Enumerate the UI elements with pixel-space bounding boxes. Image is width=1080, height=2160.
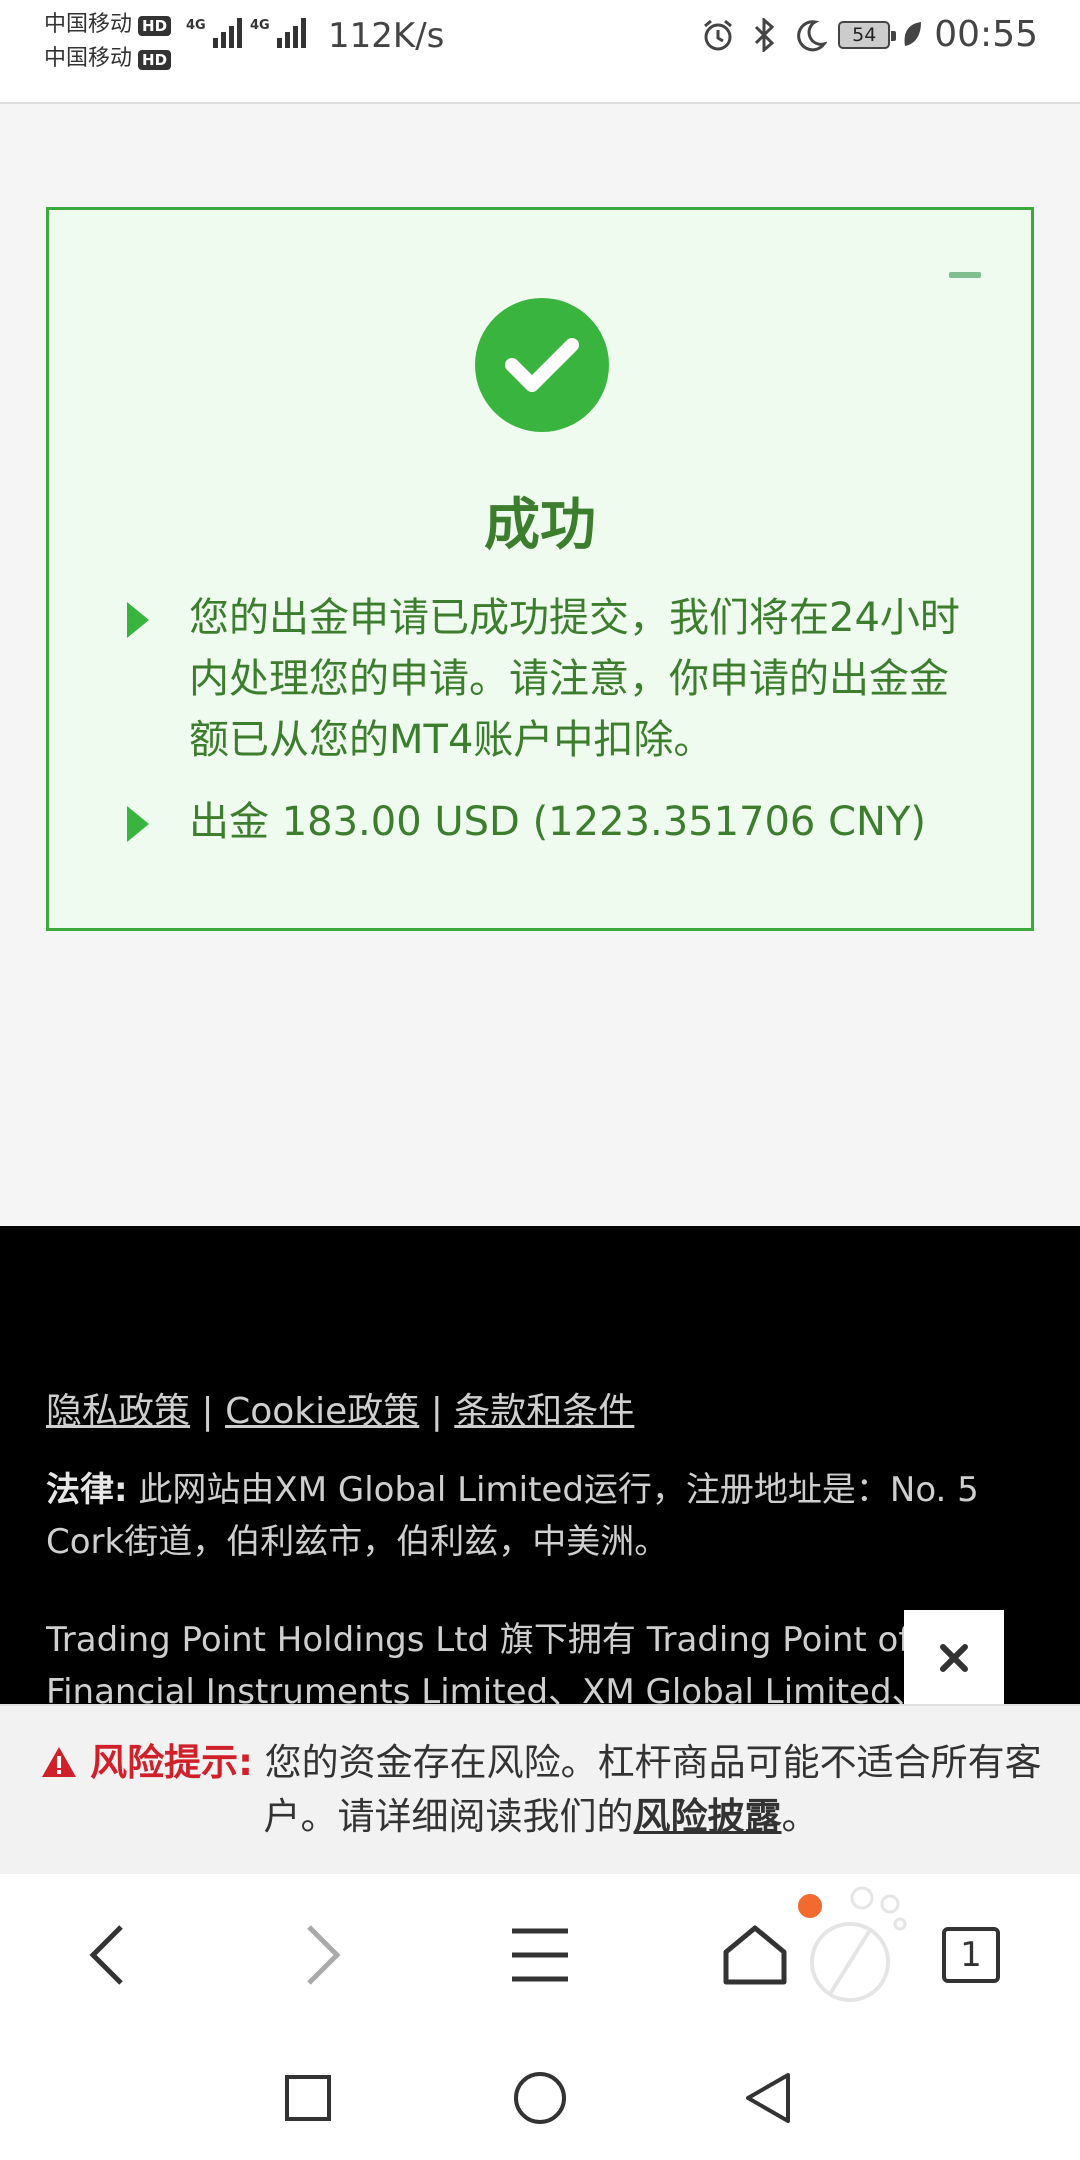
link-separator: | — [430, 1391, 443, 1432]
bullet-item: 您的出金申请已成功提交，我们将在24小时内处理您的申请。请注意，你申请的出金金额… — [127, 588, 967, 771]
system-nav-bar — [0, 2034, 1080, 2160]
close-button[interactable] — [904, 1610, 1004, 1706]
success-card: 成功 您的出金申请已成功提交，我们将在24小时内处理您的申请。请注意，你申请的出… — [46, 207, 1034, 931]
close-icon — [940, 1644, 968, 1672]
risk-end: 。 — [781, 1795, 819, 1838]
privacy-policy-link[interactable]: 隐私政策 — [46, 1391, 190, 1432]
success-title: 成功 — [484, 493, 596, 558]
signal-icon: 4G — [186, 18, 242, 48]
square-icon — [285, 2075, 331, 2121]
risk-label: 风险提示: — [90, 1741, 253, 1784]
browser-toolbar: 1 — [0, 1874, 1080, 2034]
tab-count: 1 — [942, 1927, 1000, 1983]
circle-icon — [514, 2072, 566, 2124]
holdings-notice: Trading Point Holdings Ltd 旗下拥有 Trading … — [46, 1614, 1036, 1718]
carrier-2: 中国移动 HD — [44, 40, 172, 72]
legal-notice: 法律: 此网站由XM Global Limited运行，注册地址是：No. 5 … — [46, 1464, 1036, 1568]
bluetooth-icon — [746, 17, 782, 53]
triangle-back-icon — [746, 2073, 790, 2123]
warning-icon — [42, 1747, 77, 1777]
cookie-policy-link[interactable]: Cookie政策 — [225, 1391, 419, 1432]
chevron-left-icon — [89, 1925, 123, 1985]
recents-button[interactable] — [278, 2068, 338, 2128]
tabs-button[interactable]: 1 — [926, 1910, 1016, 2000]
submission-message: 您的出金申请已成功提交，我们将在24小时内处理您的申请。请注意，你申请的出金金额… — [189, 595, 960, 763]
withdrawal-amount: 出金 183.00 USD (1223.351706 CNY) — [189, 799, 926, 845]
menu-icon — [512, 1928, 568, 1982]
status-bar: 中国移动 HD 中国移动 HD 4G 4G 112K/s 54 00:55 — [0, 0, 1080, 104]
signal-icon-2: 4G — [250, 18, 306, 48]
footer-links: 隐私政策 | Cookie政策 | 条款和条件 — [46, 1382, 634, 1434]
link-separator: | — [201, 1391, 214, 1432]
risk-warning-banner: 风险提示: 您的资金存在风险。杠杆商品可能不适合所有客户。请详细阅读我们的风险披… — [0, 1704, 1080, 1874]
bullet-item: 出金 183.00 USD (1223.351706 CNY) — [127, 792, 967, 853]
net-speed: 112K/s — [328, 16, 445, 56]
forward-button[interactable] — [278, 1910, 368, 2000]
check-circle-icon — [475, 298, 609, 432]
battery-icon: 54 — [838, 20, 897, 49]
home-nav-button[interactable] — [510, 2068, 570, 2128]
triangle-bullet-icon — [127, 602, 149, 638]
terms-link[interactable]: 条款和条件 — [454, 1391, 634, 1432]
triangle-bullet-icon — [127, 806, 149, 842]
home-button[interactable] — [710, 1910, 800, 2000]
legal-label: 法律: — [46, 1470, 128, 1510]
moon-icon — [792, 17, 828, 53]
holdings-line: Trading Point Holdings Ltd 旗下拥有 Trading … — [46, 1620, 911, 1660]
alarm-icon — [700, 17, 736, 53]
decorative-bubbles-icon — [810, 1886, 907, 2002]
clock: 00:55 — [934, 14, 1038, 55]
risk-warning-text: 风险提示: 您的资金存在风险。杠杆商品可能不适合所有客户。请详细阅读我们的风险披… — [36, 1736, 1046, 1844]
legal-text: 此网站由XM Global Limited运行，注册地址是：No. 5 Cork… — [46, 1470, 979, 1562]
chevron-right-icon — [307, 1925, 341, 1985]
leaf-icon — [900, 17, 924, 53]
minimize-button[interactable] — [949, 272, 981, 278]
home-icon — [723, 1925, 787, 1985]
risk-disclosure-link[interactable]: 风险披露 — [634, 1795, 782, 1838]
back-nav-button[interactable] — [738, 2068, 798, 2128]
back-button[interactable] — [62, 1910, 152, 2000]
menu-button[interactable] — [495, 1910, 585, 2000]
carrier-1: 中国移动 HD — [44, 6, 172, 38]
